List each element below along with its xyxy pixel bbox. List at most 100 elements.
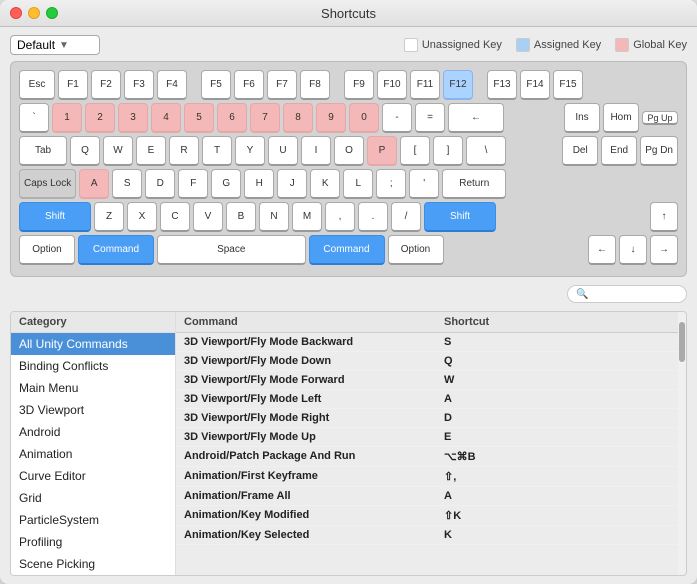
key-k[interactable]: K: [310, 169, 340, 199]
key-9[interactable]: 9: [316, 103, 346, 133]
key-p[interactable]: P: [367, 136, 397, 166]
key-7[interactable]: 7: [250, 103, 280, 133]
key-arrow-up[interactable]: ↑: [650, 202, 678, 232]
key-lbracket[interactable]: [: [400, 136, 430, 166]
key-3[interactable]: 3: [118, 103, 148, 133]
table-row[interactable]: Animation/First Keyframe ⇧,: [176, 467, 686, 487]
key-z[interactable]: Z: [94, 202, 124, 232]
key-tab[interactable]: Tab: [19, 136, 67, 166]
key-f10[interactable]: F10: [377, 70, 407, 100]
key-semicolon[interactable]: ;: [376, 169, 406, 199]
key-o[interactable]: O: [334, 136, 364, 166]
category-item-android[interactable]: Android: [11, 421, 175, 443]
table-row[interactable]: Animation/Frame All A: [176, 487, 686, 506]
key-6[interactable]: 6: [217, 103, 247, 133]
category-item-animation[interactable]: Animation: [11, 443, 175, 465]
key-end[interactable]: End: [601, 136, 637, 166]
key-period[interactable]: .: [358, 202, 388, 232]
key-pgdn[interactable]: Pg Dn: [640, 136, 678, 166]
category-item-3d-viewport[interactable]: 3D Viewport: [11, 399, 175, 421]
key-shift-left[interactable]: Shift: [19, 202, 91, 232]
profile-dropdown[interactable]: Default ▼: [10, 35, 100, 55]
key-t[interactable]: T: [202, 136, 232, 166]
key-w[interactable]: W: [103, 136, 133, 166]
key-backspace[interactable]: ←: [448, 103, 504, 133]
maximize-button[interactable]: [46, 7, 58, 19]
key-j[interactable]: J: [277, 169, 307, 199]
key-v[interactable]: V: [193, 202, 223, 232]
key-m[interactable]: M: [292, 202, 322, 232]
table-row[interactable]: Animation/Key Selected K: [176, 526, 686, 545]
key-b[interactable]: B: [226, 202, 256, 232]
key-rbracket[interactable]: ]: [433, 136, 463, 166]
key-r[interactable]: R: [169, 136, 199, 166]
key-f7[interactable]: F7: [267, 70, 297, 100]
key-0[interactable]: 0: [349, 103, 379, 133]
key-backtick[interactable]: `: [19, 103, 49, 133]
table-row[interactable]: Android/Patch Package And Run ⌥⌘B: [176, 447, 686, 467]
key-d[interactable]: D: [145, 169, 175, 199]
category-item-binding[interactable]: Binding Conflicts: [11, 355, 175, 377]
key-ins[interactable]: Ins: [564, 103, 600, 133]
key-f[interactable]: F: [178, 169, 208, 199]
key-c[interactable]: C: [160, 202, 190, 232]
table-row[interactable]: 3D Viewport/Fly Mode Up E: [176, 428, 686, 447]
key-f15[interactable]: F15: [553, 70, 583, 100]
category-item-main-menu[interactable]: Main Menu: [11, 377, 175, 399]
key-l[interactable]: L: [343, 169, 373, 199]
key-equals[interactable]: =: [415, 103, 445, 133]
key-esc[interactable]: Esc: [19, 70, 55, 100]
category-item-curve-editor[interactable]: Curve Editor: [11, 465, 175, 487]
key-del[interactable]: Del: [562, 136, 598, 166]
key-g[interactable]: G: [211, 169, 241, 199]
key-s[interactable]: S: [112, 169, 142, 199]
key-option-left[interactable]: Option: [19, 235, 75, 265]
key-f9[interactable]: F9: [344, 70, 374, 100]
key-f6[interactable]: F6: [234, 70, 264, 100]
key-command-right[interactable]: Command: [309, 235, 385, 265]
table-row[interactable]: 3D Viewport/Fly Mode Down Q: [176, 352, 686, 371]
key-f14[interactable]: F14: [520, 70, 550, 100]
key-i[interactable]: I: [301, 136, 331, 166]
key-comma[interactable]: ,: [325, 202, 355, 232]
search-input[interactable]: [592, 288, 682, 300]
key-f13[interactable]: F13: [487, 70, 517, 100]
close-button[interactable]: [10, 7, 22, 19]
key-arrow-left[interactable]: ←: [588, 235, 616, 265]
category-item-scene[interactable]: Scene Picking: [11, 553, 175, 575]
key-command-left[interactable]: Command: [78, 235, 154, 265]
key-f2[interactable]: F2: [91, 70, 121, 100]
key-space[interactable]: Space: [157, 235, 306, 265]
key-u[interactable]: U: [268, 136, 298, 166]
key-y[interactable]: Y: [235, 136, 265, 166]
minimize-button[interactable]: [28, 7, 40, 19]
key-slash[interactable]: /: [391, 202, 421, 232]
key-2[interactable]: 2: [85, 103, 115, 133]
key-quote[interactable]: ': [409, 169, 439, 199]
category-item-all[interactable]: All Unity Commands: [11, 333, 175, 355]
key-f1[interactable]: F1: [58, 70, 88, 100]
scrollbar-track[interactable]: [678, 312, 686, 575]
table-row[interactable]: 3D Viewport/Fly Mode Left A: [176, 390, 686, 409]
key-e[interactable]: E: [136, 136, 166, 166]
scrollbar-thumb[interactable]: [679, 322, 685, 362]
key-f3[interactable]: F3: [124, 70, 154, 100]
key-n[interactable]: N: [259, 202, 289, 232]
key-q[interactable]: Q: [70, 136, 100, 166]
category-item-profiling[interactable]: Profiling: [11, 531, 175, 553]
key-1[interactable]: 1: [52, 103, 82, 133]
table-row[interactable]: 3D Viewport/Fly Mode Right D: [176, 409, 686, 428]
key-arrow-right[interactable]: →: [650, 235, 678, 265]
key-f5[interactable]: F5: [201, 70, 231, 100]
key-arrow-down[interactable]: ↓: [619, 235, 647, 265]
table-row[interactable]: Animation/Key Modified ⇧K: [176, 506, 686, 526]
key-shift-right[interactable]: Shift: [424, 202, 496, 232]
key-5[interactable]: 5: [184, 103, 214, 133]
key-a[interactable]: A: [79, 169, 109, 199]
key-option-right[interactable]: Option: [388, 235, 444, 265]
key-x[interactable]: X: [127, 202, 157, 232]
key-f11[interactable]: F11: [410, 70, 440, 100]
key-backslash[interactable]: \: [466, 136, 506, 166]
key-pgup[interactable]: Pg Up: [642, 111, 678, 125]
key-minus[interactable]: -: [382, 103, 412, 133]
